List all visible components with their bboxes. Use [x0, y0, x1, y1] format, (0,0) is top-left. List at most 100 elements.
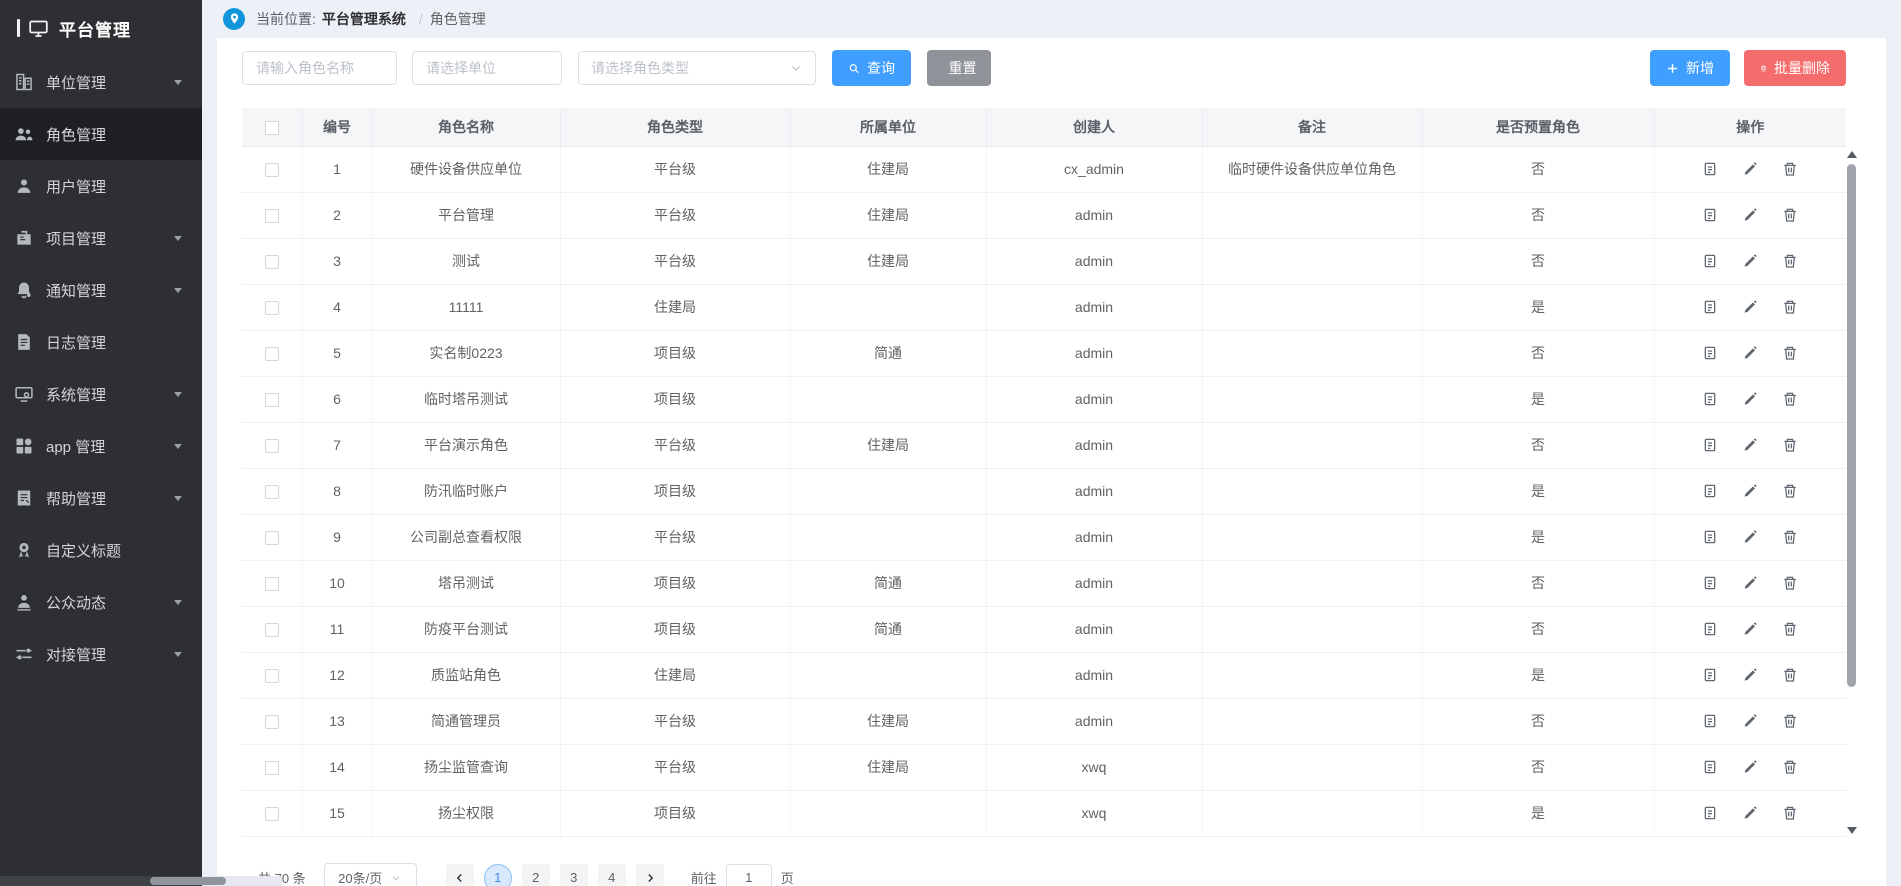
- edit-button[interactable]: [1742, 391, 1758, 407]
- row-checkbox[interactable]: [265, 393, 279, 407]
- table-row[interactable]: 2 平台管理 平台级 住建局 admin 否: [242, 192, 1846, 238]
- table-row[interactable]: 9 公司副总查看权限 平台级 admin 是: [242, 514, 1846, 560]
- view-button[interactable]: [1702, 759, 1718, 775]
- sidebar-item-roles[interactable]: 角色管理: [0, 108, 202, 160]
- edit-button[interactable]: [1742, 575, 1758, 591]
- delete-button[interactable]: [1782, 253, 1798, 269]
- sidebar-item-user[interactable]: 用户管理: [0, 160, 202, 212]
- delete-button[interactable]: [1782, 345, 1798, 361]
- role-name-input[interactable]: [242, 51, 397, 85]
- edit-button[interactable]: [1742, 437, 1758, 453]
- role-type-select[interactable]: 请选择角色类型: [578, 51, 816, 85]
- table-row[interactable]: 14 扬尘监管查询 平台级 住建局 xwq 否: [242, 744, 1846, 790]
- delete-button[interactable]: [1782, 483, 1798, 499]
- delete-button[interactable]: [1782, 161, 1798, 177]
- delete-button[interactable]: [1782, 391, 1798, 407]
- edit-button[interactable]: [1742, 345, 1758, 361]
- row-checkbox[interactable]: [265, 485, 279, 499]
- horizontal-scrollbar-thumb[interactable]: [150, 877, 226, 885]
- table-row[interactable]: 8 防汛临时账户 项目级 admin 是: [242, 468, 1846, 514]
- view-button[interactable]: [1702, 391, 1718, 407]
- view-button[interactable]: [1702, 667, 1718, 683]
- table-row[interactable]: 15 扬尘权限 项目级 xwq 是: [242, 790, 1846, 836]
- delete-button[interactable]: [1782, 713, 1798, 729]
- row-checkbox[interactable]: [265, 577, 279, 591]
- row-checkbox[interactable]: [265, 301, 279, 315]
- row-checkbox[interactable]: [265, 761, 279, 775]
- table-row[interactable]: 7 平台演示角色 平台级 住建局 admin 否: [242, 422, 1846, 468]
- sidebar-item-log[interactable]: 日志管理: [0, 316, 202, 368]
- add-button[interactable]: 新增: [1650, 50, 1730, 86]
- edit-button[interactable]: [1742, 253, 1758, 269]
- edit-button[interactable]: [1742, 299, 1758, 315]
- table-row[interactable]: 5 实名制0223 项目级 简通 admin 否: [242, 330, 1846, 376]
- row-checkbox[interactable]: [265, 439, 279, 453]
- batch-delete-button[interactable]: 批量删除: [1744, 50, 1846, 86]
- delete-button[interactable]: [1782, 667, 1798, 683]
- view-button[interactable]: [1702, 253, 1718, 269]
- table-row[interactable]: 12 质监站角色 住建局 admin 是: [242, 652, 1846, 698]
- row-checkbox[interactable]: [265, 163, 279, 177]
- table-row[interactable]: 4 11111 住建局 admin 是: [242, 284, 1846, 330]
- view-button[interactable]: [1702, 529, 1718, 545]
- row-checkbox[interactable]: [265, 209, 279, 223]
- edit-button[interactable]: [1742, 161, 1758, 177]
- table-row[interactable]: 1 硬件设备供应单位 平台级 住建局 cx_admin 临时硬件设备供应单位角色…: [242, 146, 1846, 192]
- delete-button[interactable]: [1782, 529, 1798, 545]
- view-button[interactable]: [1702, 437, 1718, 453]
- table-row[interactable]: 11 防疫平台测试 项目级 简通 admin 否: [242, 606, 1846, 652]
- table-row[interactable]: 10 塔吊测试 项目级 简通 admin 否: [242, 560, 1846, 606]
- edit-button[interactable]: [1742, 805, 1758, 821]
- sidebar-item-public[interactable]: 公众动态: [0, 576, 202, 628]
- delete-button[interactable]: [1782, 299, 1798, 315]
- view-button[interactable]: [1702, 621, 1718, 637]
- delete-button[interactable]: [1782, 207, 1798, 223]
- unit-input[interactable]: [412, 51, 562, 85]
- delete-button[interactable]: [1782, 621, 1798, 637]
- sidebar-item-building[interactable]: 单位管理: [0, 56, 202, 108]
- edit-button[interactable]: [1742, 759, 1758, 775]
- row-checkbox[interactable]: [265, 623, 279, 637]
- reset-button[interactable]: 重置: [927, 50, 991, 86]
- scroll-up-arrow-icon[interactable]: [1847, 151, 1857, 158]
- sidebar-item-system[interactable]: 系统管理: [0, 368, 202, 420]
- view-button[interactable]: [1702, 299, 1718, 315]
- view-button[interactable]: [1702, 207, 1718, 223]
- select-all-checkbox[interactable]: [265, 121, 279, 135]
- delete-button[interactable]: [1782, 437, 1798, 453]
- sidebar-item-connect[interactable]: 对接管理: [0, 628, 202, 680]
- scrollbar-thumb[interactable]: [1847, 164, 1856, 687]
- table-row[interactable]: 3 测试 平台级 住建局 admin 否: [242, 238, 1846, 284]
- edit-button[interactable]: [1742, 667, 1758, 683]
- view-button[interactable]: [1702, 161, 1718, 177]
- row-checkbox[interactable]: [265, 255, 279, 269]
- view-button[interactable]: [1702, 345, 1718, 361]
- row-checkbox[interactable]: [265, 531, 279, 545]
- row-checkbox[interactable]: [265, 807, 279, 821]
- sidebar-item-appgrid[interactable]: app 管理: [0, 420, 202, 472]
- cell-creator: admin: [986, 284, 1202, 330]
- row-checkbox[interactable]: [265, 715, 279, 729]
- sidebar-item-project[interactable]: 项目管理: [0, 212, 202, 264]
- edit-button[interactable]: [1742, 621, 1758, 637]
- sidebar-item-help[interactable]: 帮助管理: [0, 472, 202, 524]
- edit-button[interactable]: [1742, 483, 1758, 499]
- row-checkbox[interactable]: [265, 669, 279, 683]
- sidebar-item-badge[interactable]: 自定义标题: [0, 524, 202, 576]
- table-row[interactable]: 6 临时塔吊测试 项目级 admin 是: [242, 376, 1846, 422]
- view-button[interactable]: [1702, 805, 1718, 821]
- delete-button[interactable]: [1782, 805, 1798, 821]
- sidebar-item-bell[interactable]: 通知管理: [0, 264, 202, 316]
- delete-button[interactable]: [1782, 575, 1798, 591]
- edit-button[interactable]: [1742, 529, 1758, 545]
- search-button[interactable]: 查询: [832, 50, 911, 86]
- view-button[interactable]: [1702, 713, 1718, 729]
- row-checkbox[interactable]: [265, 347, 279, 361]
- edit-button[interactable]: [1742, 713, 1758, 729]
- delete-button[interactable]: [1782, 759, 1798, 775]
- scroll-down-arrow-icon[interactable]: [1847, 827, 1857, 834]
- view-button[interactable]: [1702, 575, 1718, 591]
- edit-button[interactable]: [1742, 207, 1758, 223]
- view-button[interactable]: [1702, 483, 1718, 499]
- table-row[interactable]: 13 简通管理员 平台级 住建局 admin 否: [242, 698, 1846, 744]
